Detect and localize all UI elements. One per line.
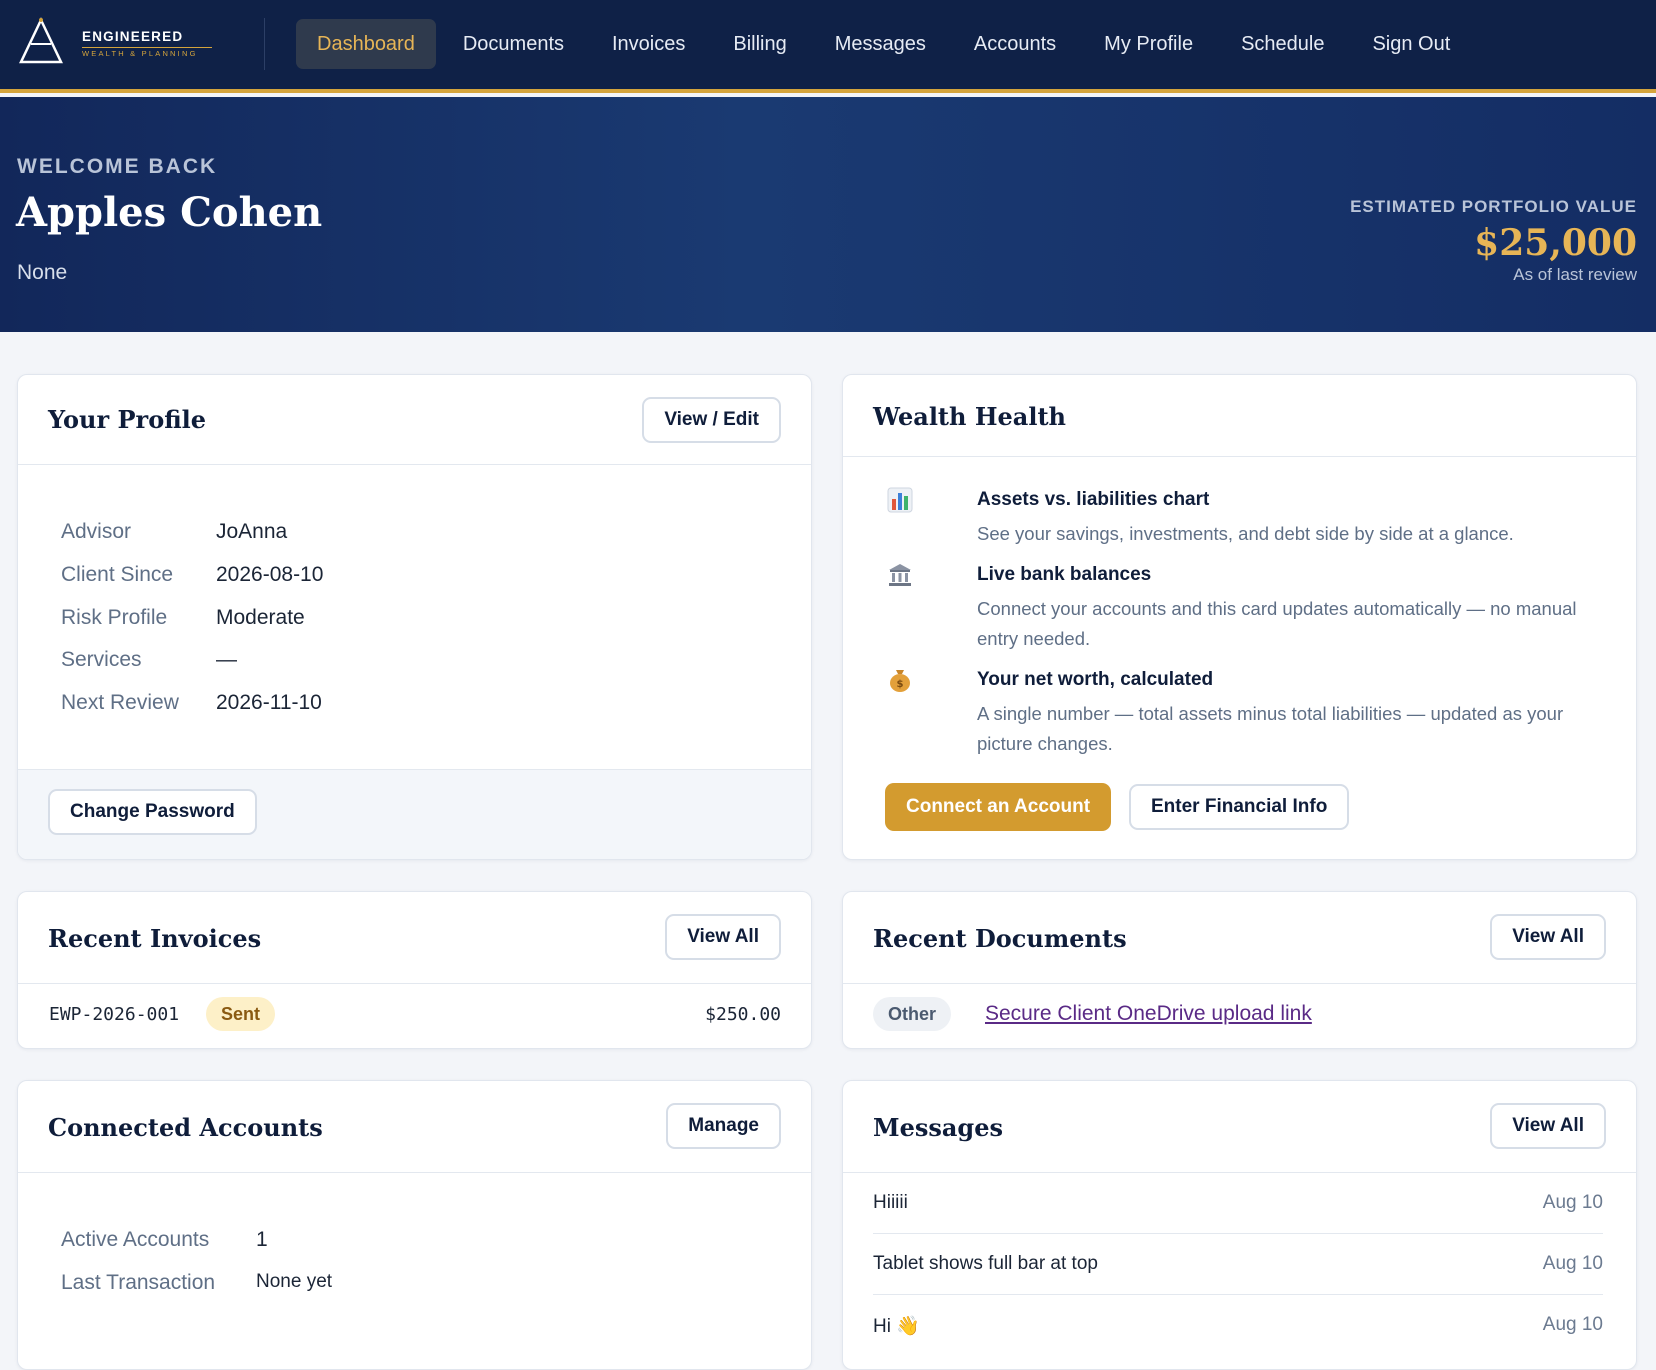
message-date: Aug 10: [1542, 1192, 1603, 1213]
nav-item-documents[interactable]: Documents: [442, 19, 585, 69]
logo-tagline: WEALTH & PLANNING: [82, 49, 198, 58]
client-subtitle: None: [17, 261, 68, 284]
portfolio-value: $25,000: [1474, 222, 1637, 264]
document-category-badge: Other: [873, 997, 952, 1031]
profile-key: Services: [61, 648, 142, 671]
profile-card-footer: Change Password: [18, 769, 811, 859]
message-text: Hiiiii: [873, 1192, 908, 1213]
manage-accounts-button[interactable]: Manage: [666, 1103, 781, 1149]
wealth-card-header: Wealth Health: [843, 375, 1636, 457]
profile-key: Client Since: [61, 563, 174, 586]
feature-assets-chart: Assets vs. liabilities chart See your sa…: [887, 487, 1587, 557]
nav-item-messages[interactable]: Messages: [814, 19, 947, 69]
accounts-value: None yet: [256, 1271, 333, 1292]
profile-value: —: [216, 648, 237, 671]
portfolio-note: As of last review: [1513, 265, 1637, 284]
document-link[interactable]: Secure Client OneDrive upload link: [985, 1002, 1312, 1026]
feature-bank-balances: Live bank balances Connect your accounts…: [887, 562, 1587, 662]
feature-desc: See your savings, investments, and debt …: [977, 523, 1514, 544]
message-date: Aug 10: [1542, 1253, 1603, 1274]
profile-key: Risk Profile: [61, 606, 168, 629]
feature-desc: Connect your accounts and this card upda…: [977, 598, 1577, 649]
view-edit-profile-button[interactable]: View / Edit: [642, 397, 781, 443]
recent-documents-card: Recent Documents View All Other Secure C…: [842, 891, 1637, 1049]
messages-view-all-button[interactable]: View All: [1490, 1103, 1606, 1149]
profile-value: JoAnna: [216, 520, 288, 543]
accounts-key: Active Accounts: [61, 1228, 210, 1251]
welcome-hero: WELCOME BACK Apples Cohen None ESTIMATED…: [0, 97, 1656, 332]
invoice-number[interactable]: EWP-2026-001: [49, 1004, 179, 1025]
nav-item-dashboard[interactable]: Dashboard: [296, 19, 436, 69]
client-name: Apples Cohen: [16, 189, 323, 236]
nav-item-accounts[interactable]: Accounts: [953, 19, 1077, 69]
nav-item-my-profile[interactable]: My Profile: [1083, 19, 1214, 69]
wealth-card-title: Wealth Health: [873, 402, 1066, 431]
feature-title: Assets vs. liabilities chart: [977, 489, 1210, 510]
nav-menu: Dashboard Documents Invoices Billing Mes…: [296, 19, 1471, 69]
accounts-card-header: Connected Accounts Manage: [18, 1081, 811, 1173]
profile-value: Moderate: [216, 606, 305, 629]
feature-desc: A single number — total assets minus tot…: [977, 703, 1564, 754]
documents-card-title: Recent Documents: [873, 924, 1127, 953]
nav-divider: [264, 18, 265, 70]
feature-title: Your net worth, calculated: [977, 669, 1214, 690]
recent-invoices-card: Recent Invoices View All EWP-2026-001 Se…: [17, 891, 812, 1049]
message-text: Tablet shows full bar at top: [873, 1253, 1098, 1274]
feature-net-worth: $ Your net worth, calculated A single nu…: [887, 667, 1587, 767]
accounts-card-title: Connected Accounts: [48, 1113, 323, 1142]
portfolio-summary: ESTIMATED PORTFOLIO VALUE $25,000 As of …: [1350, 197, 1637, 285]
message-date: Aug 10: [1542, 1314, 1603, 1335]
documents-view-all-button[interactable]: View All: [1490, 914, 1606, 960]
logo[interactable]: ENGINEERED WEALTH & PLANNING: [18, 17, 218, 65]
top-nav: ENGINEERED WEALTH & PLANNING Dashboard D…: [0, 0, 1656, 93]
bank-icon: [889, 564, 911, 586]
nav-item-billing[interactable]: Billing: [712, 19, 807, 69]
money-bag-icon: $: [890, 670, 910, 692]
nav-item-schedule[interactable]: Schedule: [1220, 19, 1345, 69]
status-badge: Sent: [206, 997, 276, 1031]
message-row[interactable]: Hi 👋 Aug 10: [873, 1296, 1603, 1356]
profile-key: Next Review: [61, 691, 179, 714]
accounts-value: 1: [256, 1228, 268, 1251]
change-password-button[interactable]: Change Password: [48, 789, 257, 835]
accounts-key: Last Transaction: [61, 1271, 216, 1294]
profile-value: 2026-11-10: [216, 691, 322, 714]
invoices-view-all-button[interactable]: View All: [665, 914, 781, 960]
message-text: Hi 👋: [873, 1316, 920, 1337]
connected-accounts-card: Connected Accounts Manage Active Account…: [17, 1080, 812, 1370]
profile-card-header: Your Profile View / Edit: [18, 375, 811, 465]
profile-key: Advisor: [61, 520, 132, 543]
svg-text:$: $: [897, 679, 904, 690]
profile-value: 2026-08-10: [216, 563, 324, 586]
invoices-card-header: Recent Invoices View All: [18, 892, 811, 984]
nav-item-invoices[interactable]: Invoices: [591, 19, 706, 69]
message-row[interactable]: Hiiiii Aug 10: [873, 1174, 1603, 1234]
messages-card-title: Messages: [873, 1113, 1003, 1142]
profile-card-title: Your Profile: [48, 405, 207, 434]
portfolio-label: ESTIMATED PORTFOLIO VALUE: [1350, 197, 1637, 216]
nav-item-sign-out[interactable]: Sign Out: [1351, 19, 1471, 69]
wealth-health-card: Wealth Health Assets vs. liabilities cha…: [842, 374, 1637, 860]
message-row[interactable]: Tablet shows full bar at top Aug 10: [873, 1235, 1603, 1295]
documents-card-header: Recent Documents View All: [843, 892, 1636, 984]
messages-card: Messages View All Hiiiii Aug 10 Tablet s…: [842, 1080, 1637, 1370]
invoice-amount: $250.00: [705, 1004, 781, 1025]
logo-triangle-icon: [19, 17, 63, 64]
enter-financial-info-button[interactable]: Enter Financial Info: [1129, 784, 1350, 830]
messages-card-header: Messages View All: [843, 1081, 1636, 1173]
logo-rule: [82, 47, 212, 48]
logo-name: ENGINEERED: [82, 29, 184, 44]
feature-title: Live bank balances: [977, 564, 1152, 585]
invoices-card-title: Recent Invoices: [48, 924, 262, 953]
bar-chart-icon: [887, 487, 913, 513]
welcome-eyebrow: WELCOME BACK: [17, 155, 218, 178]
profile-card: Your Profile View / Edit Advisor JoAnna …: [17, 374, 812, 860]
connect-account-button[interactable]: Connect an Account: [885, 783, 1112, 831]
